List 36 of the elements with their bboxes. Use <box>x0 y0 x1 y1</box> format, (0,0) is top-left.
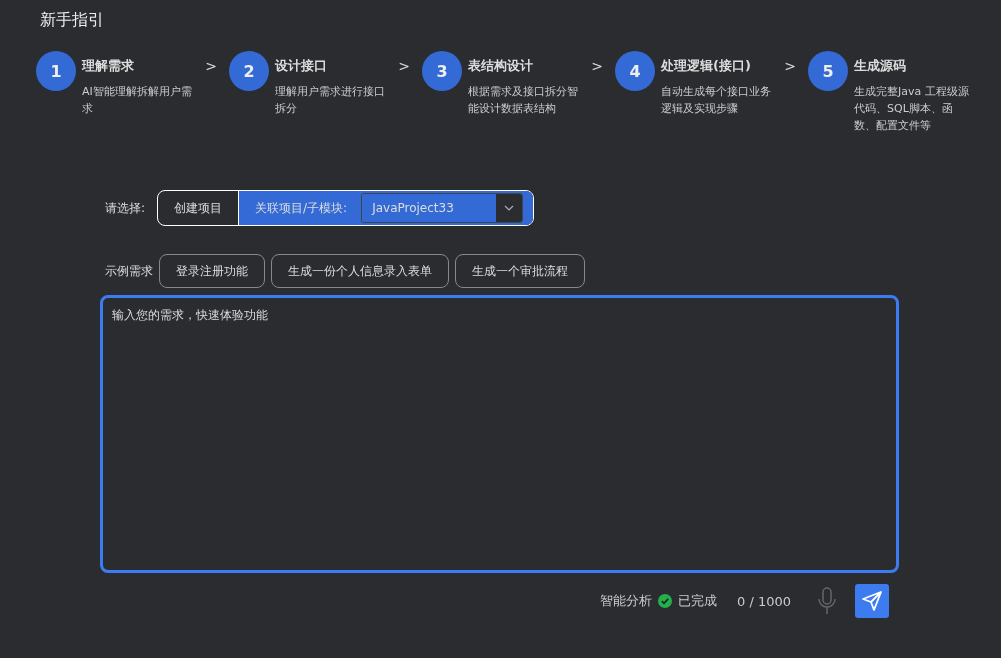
step-description: 根据需求及接口拆分智能设计数据表结构 <box>468 84 579 117</box>
requirement-input[interactable]: 输入您的需求，快速体验功能 <box>100 295 899 573</box>
character-counter: 0 / 1000 <box>737 593 791 609</box>
step-number: 5 <box>808 51 848 91</box>
select-label: 请选择: <box>105 199 146 217</box>
step-separator: > <box>205 58 217 74</box>
step-description: AI智能理解拆解用户需求 <box>82 84 193 117</box>
step-number: 4 <box>615 51 655 91</box>
send-button[interactable] <box>855 584 889 618</box>
send-icon <box>861 590 883 612</box>
step-number: 3 <box>422 51 462 91</box>
mode-option[interactable]: 关联项目/子模块: JavaProject33 <box>238 191 534 225</box>
step-description: 生成完整Java 工程级源代码、SQL脚本、函数、配置文件等 <box>854 84 970 134</box>
step-title: 生成源码 <box>854 57 906 75</box>
step-number: 2 <box>229 51 269 91</box>
project-dropdown[interactable]: JavaProject33 <box>361 193 524 223</box>
chevron-down-icon <box>504 205 515 211</box>
step-separator: > <box>591 58 603 74</box>
step-title: 处理逻辑(接口) <box>661 57 751 75</box>
step-title: 理解需求 <box>82 57 134 75</box>
step-separator: > <box>784 58 796 74</box>
example-button[interactable]: 登录注册功能 <box>159 254 265 288</box>
mode-option[interactable]: 创建项目 <box>158 191 239 225</box>
examples-label: 示例需求 <box>105 262 153 280</box>
example-button[interactable]: 生成一份个人信息录入表单 <box>271 254 449 288</box>
step-number: 1 <box>36 51 76 91</box>
page-title: 新手指引 <box>40 10 105 31</box>
step-separator: > <box>398 58 410 74</box>
step-description: 理解用户需求进行接口拆分 <box>275 84 386 117</box>
step-title: 表结构设计 <box>468 57 533 75</box>
analysis-label: 智能分析 <box>600 592 652 610</box>
analysis-status: 已完成 <box>678 592 717 610</box>
microphone-icon[interactable] <box>817 587 837 615</box>
example-button[interactable]: 生成一个审批流程 <box>455 254 585 288</box>
step-title: 设计接口 <box>275 57 327 75</box>
step-description: 自动生成每个接口业务逻辑及实现步骤 <box>661 84 772 117</box>
